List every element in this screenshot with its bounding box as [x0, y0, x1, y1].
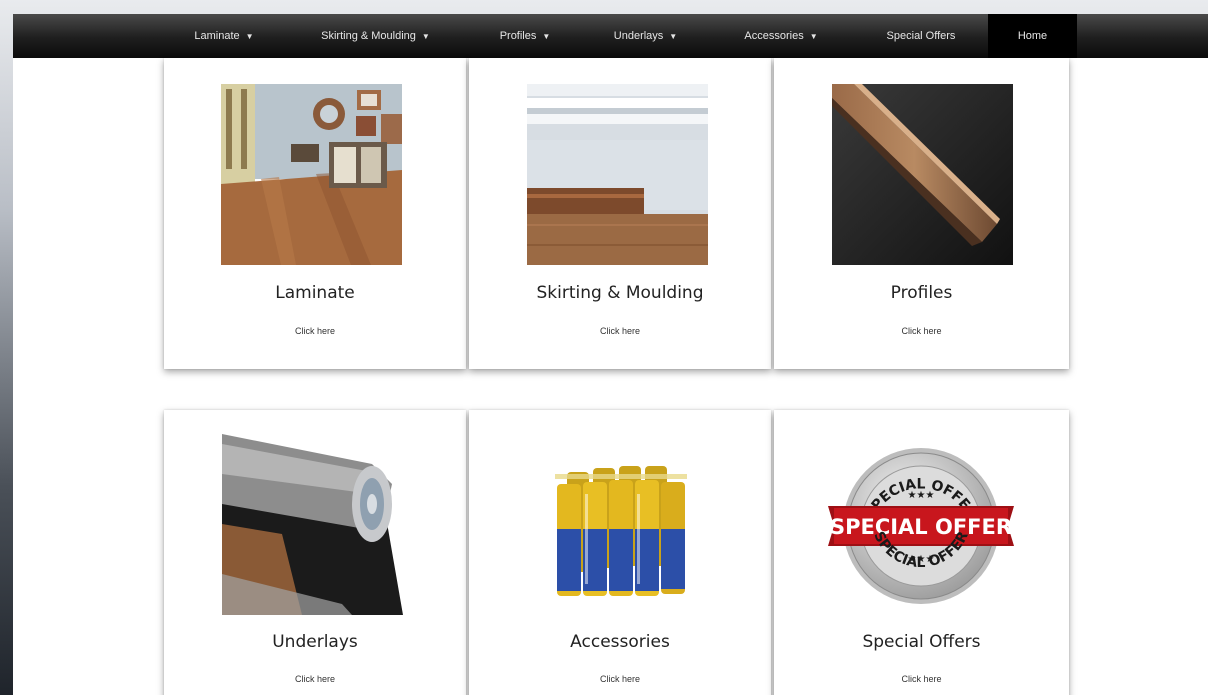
card-title: Accessories — [570, 632, 670, 652]
category-card-skirting-moulding[interactable]: Skirting & Moulding Click here — [469, 58, 771, 369]
card-title: Special Offers — [862, 632, 981, 652]
card-title: Laminate — [275, 283, 355, 303]
category-card-underlays[interactable]: Underlays Click here — [164, 410, 466, 695]
click-here-link[interactable]: Click here — [469, 674, 771, 684]
page-frame: Laminate ▼ Skirting & Moulding ▼ Profiles ▼… — [13, 14, 1208, 695]
nav-home-label: Home — [1017, 30, 1048, 42]
nav-profiles[interactable]: Profiles ▼ — [490, 14, 560, 58]
accessories-image — [527, 434, 708, 615]
category-card-accessories[interactable]: Accessories Click here — [469, 410, 771, 695]
chevron-down-icon: ▼ — [542, 31, 551, 41]
chevron-down-icon: ▼ — [421, 31, 430, 41]
click-here-link[interactable]: Click here — [164, 674, 466, 684]
click-here-link[interactable]: Click here — [164, 326, 466, 336]
nav-accessories-label: Accessories — [744, 30, 804, 42]
category-card-laminate[interactable]: Laminate Click here — [164, 58, 466, 369]
underlays-image — [222, 434, 403, 615]
nav-skirting-label: Skirting & Moulding — [321, 30, 416, 42]
nav-laminate[interactable]: Laminate ▼ — [181, 14, 267, 58]
badge-ribbon-text: SPECIAL OFFER — [830, 515, 1012, 539]
nav-special-offers-label: Special Offers — [886, 30, 956, 42]
card-title: Profiles — [890, 283, 953, 303]
profiles-image — [832, 84, 1013, 265]
nav-special-offers[interactable]: Special Offers — [871, 14, 971, 58]
card-title: Skirting & Moulding — [536, 283, 704, 303]
chevron-down-icon: ▼ — [669, 31, 678, 41]
nav-skirting-moulding[interactable]: Skirting & Moulding ▼ — [303, 14, 448, 58]
nav-underlays-label: Underlays — [613, 30, 664, 42]
badge-stars-top: ★★★ — [908, 490, 935, 501]
main-navbar: Laminate ▼ Skirting & Moulding ▼ Profiles ▼… — [13, 14, 1208, 58]
chevron-down-icon: ▼ — [245, 31, 254, 41]
click-here-link[interactable]: Click here — [774, 674, 1069, 684]
nav-underlays[interactable]: Underlays ▼ — [603, 14, 688, 58]
category-card-profiles[interactable]: Profiles Click here — [774, 58, 1069, 369]
nav-accessories[interactable]: Accessories ▼ — [731, 14, 831, 58]
skirting-image — [527, 84, 708, 265]
nav-laminate-label: Laminate — [194, 30, 240, 42]
special-offer-badge: SPECIAL OFFER ★★★ SPECIAL OFFER ★★★ SPEC… — [826, 434, 1016, 615]
nav-home[interactable]: Home — [988, 14, 1077, 58]
category-card-special-offers[interactable]: SPECIAL OFFER ★★★ SPECIAL OFFER ★★★ SPEC… — [774, 410, 1069, 695]
nav-profiles-label: Profiles — [499, 30, 537, 42]
card-title: Underlays — [272, 632, 358, 652]
click-here-link[interactable]: Click here — [469, 326, 771, 336]
click-here-link[interactable]: Click here — [774, 326, 1069, 336]
chevron-down-icon: ▼ — [809, 31, 818, 41]
laminate-image — [221, 84, 402, 265]
